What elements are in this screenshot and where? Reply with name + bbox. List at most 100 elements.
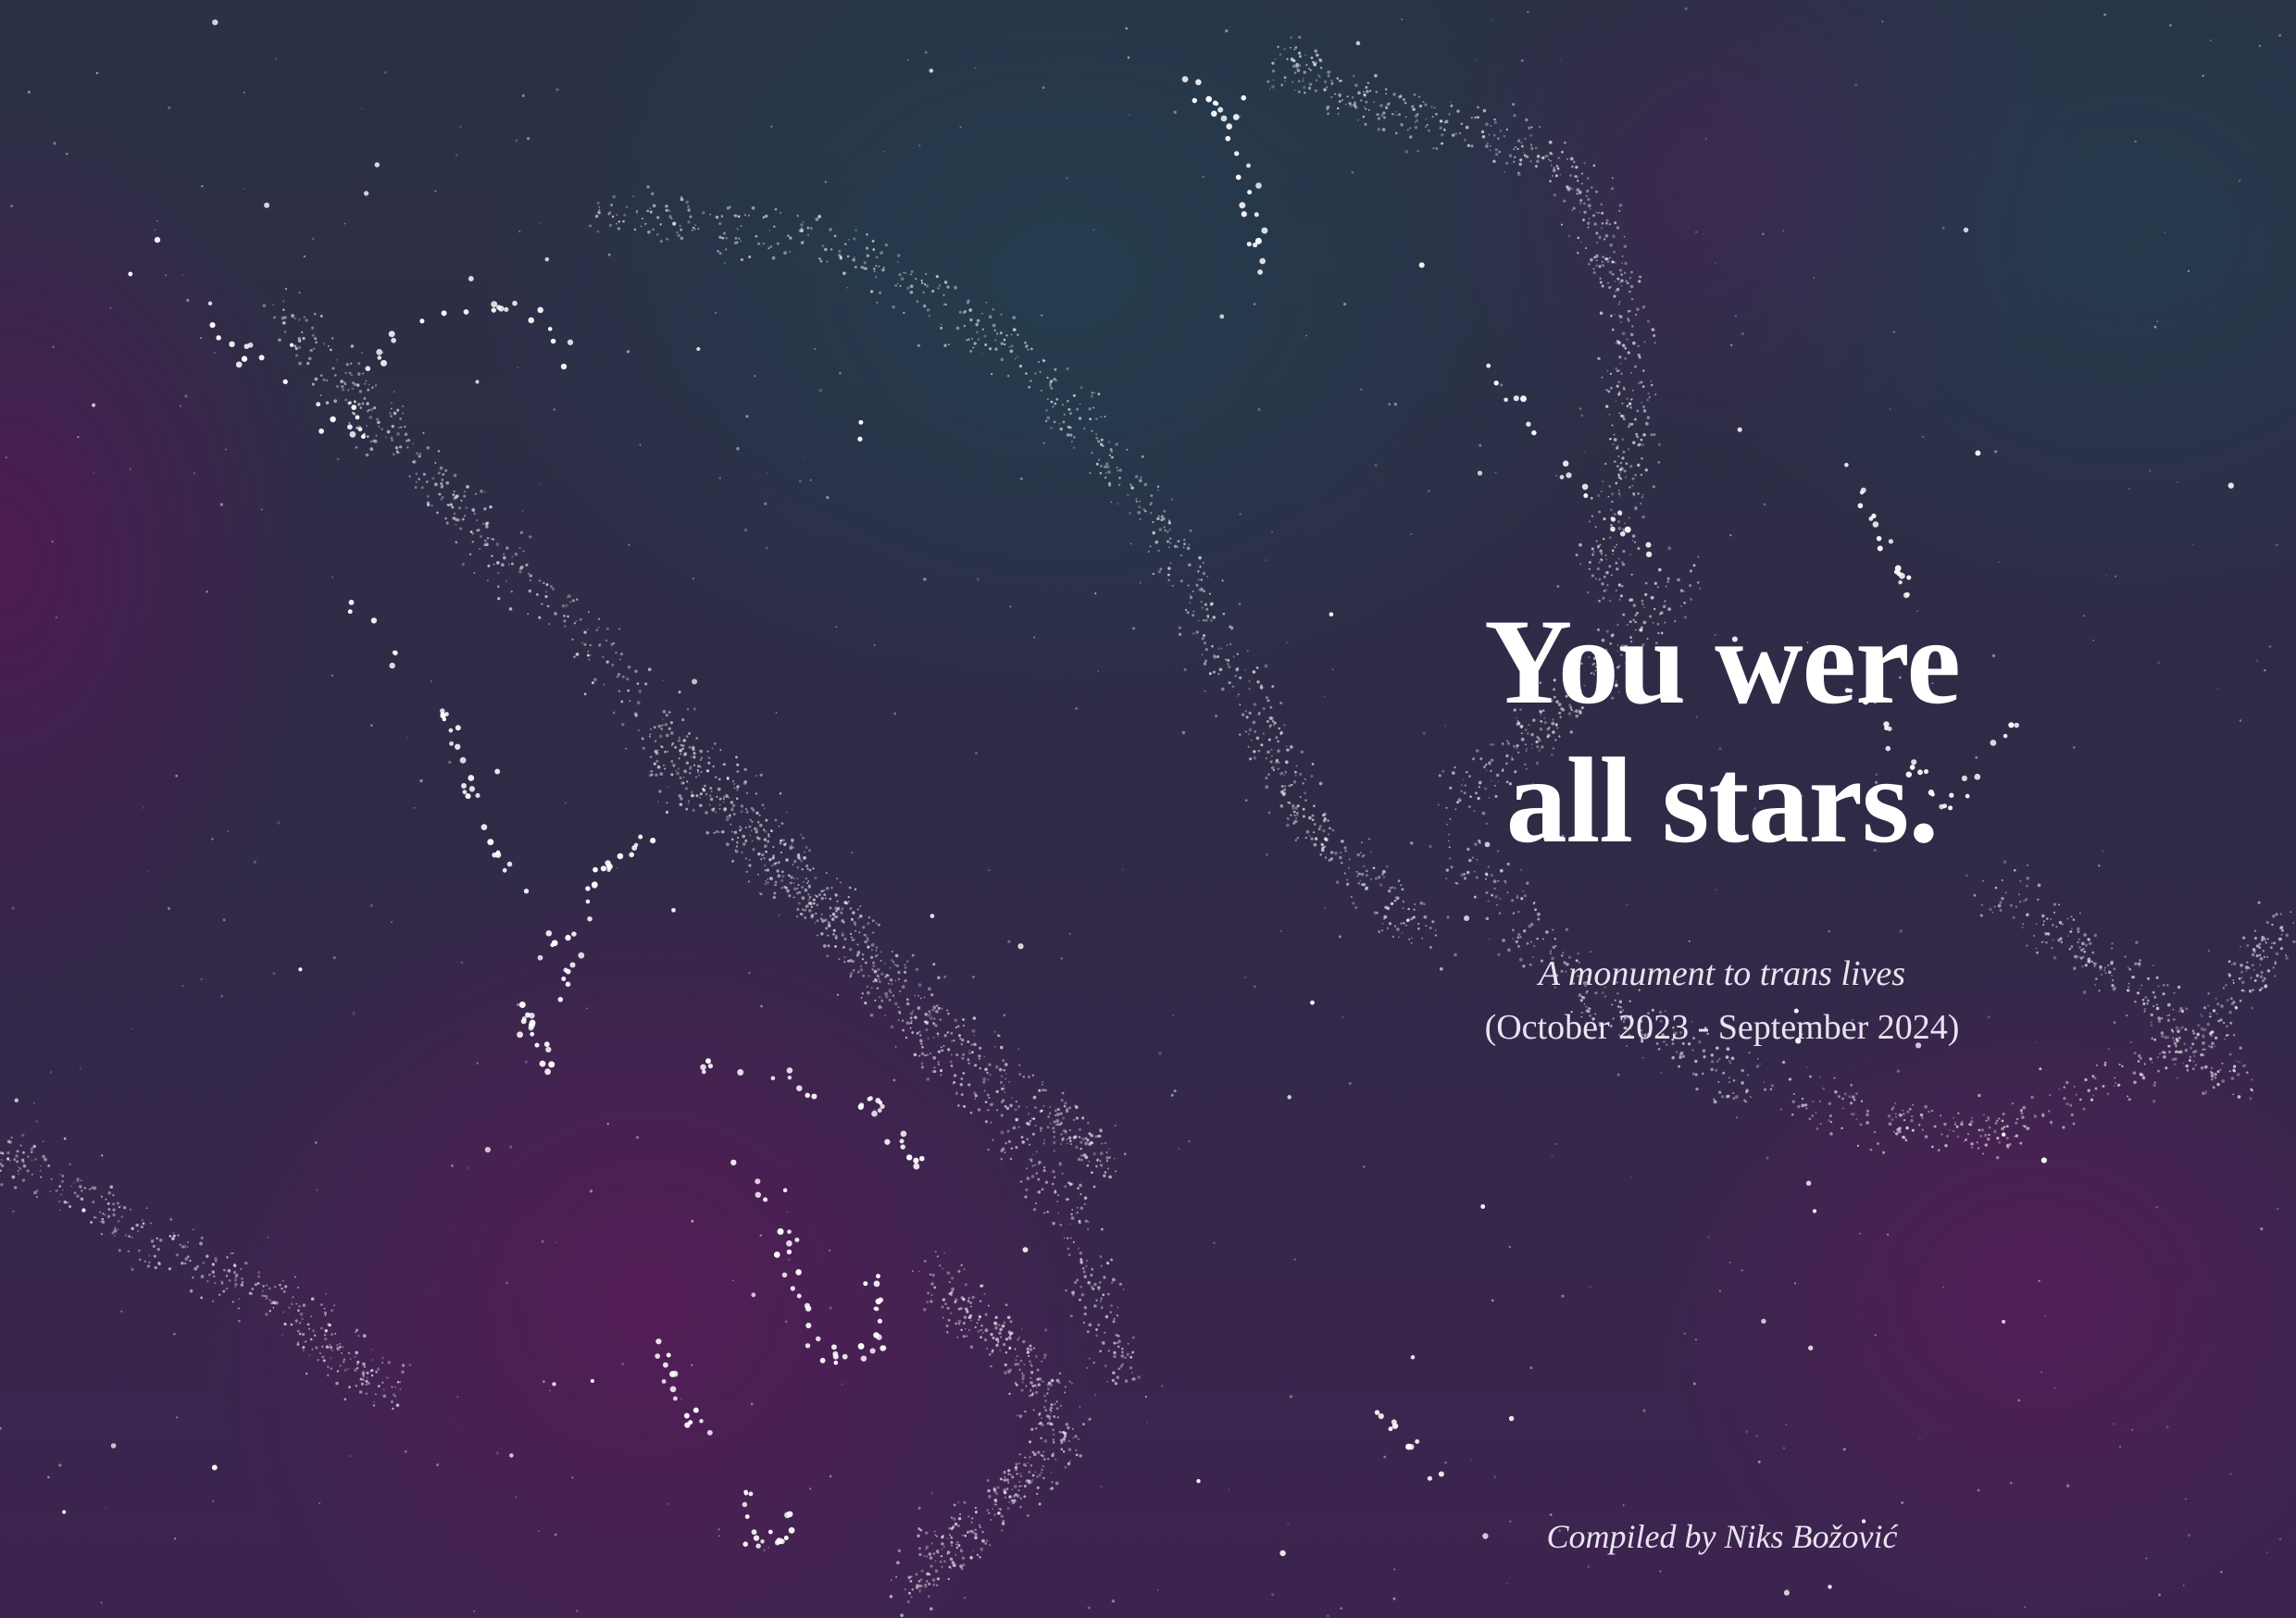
dust-star: [350, 344, 355, 348]
dust-star: [807, 909, 812, 913]
dust-star: [2093, 933, 2097, 938]
dust-star: [1666, 580, 1669, 583]
dust-star: [1487, 900, 1490, 902]
dust-star: [1632, 441, 1636, 444]
dust-star: [343, 1398, 347, 1400]
dust-star: [2263, 977, 2266, 980]
dust-star: [1253, 703, 1257, 706]
dust-star: [1620, 372, 1623, 376]
dust-star: [647, 230, 651, 234]
dust-star: [1434, 934, 1438, 937]
dust-star: [437, 471, 441, 475]
dust-star: [1047, 1388, 1050, 1391]
dust-star: [1579, 999, 1583, 1002]
dust-star: [877, 987, 880, 989]
dust-star: [1781, 1060, 1786, 1064]
dust-star: [857, 917, 860, 919]
dust-star: [821, 244, 825, 248]
dust-star: [1028, 1076, 1030, 1078]
dust-star: [1137, 511, 1141, 515]
dust-star: [871, 968, 874, 971]
dust-star: [2155, 1006, 2160, 1011]
dust-star: [984, 1541, 988, 1545]
dust-star: [1050, 1378, 1054, 1383]
dust-star: [1616, 340, 1619, 343]
dust-star: [2226, 999, 2229, 1002]
dust-star: [1987, 1115, 1990, 1119]
dust-star: [1004, 1363, 1007, 1366]
dust-star: [633, 228, 636, 230]
dust-star: [1063, 1104, 1067, 1108]
dust-star: [1755, 1064, 1760, 1068]
dust-star: [595, 629, 599, 632]
dust-star: [527, 613, 530, 616]
dust-star: [281, 1287, 283, 1290]
dust-star: [318, 1351, 322, 1355]
dust-star: [1038, 1474, 1042, 1477]
dust-star: [1407, 129, 1409, 131]
dust-star: [1138, 500, 1142, 503]
dust-star: [437, 450, 441, 453]
dust-star: [894, 1045, 897, 1048]
dust-star: [2048, 1110, 2051, 1113]
dust-star: [841, 933, 844, 937]
dust-star: [273, 1285, 277, 1288]
dust-star: [871, 240, 875, 243]
dust-star: [366, 1376, 368, 1379]
dust-star: [2118, 1063, 2121, 1066]
dust-star: [1176, 545, 1179, 548]
dust-star: [920, 1569, 924, 1573]
dust-star: [1202, 561, 1204, 565]
dust-star: [145, 1207, 148, 1210]
dust-star: [2265, 940, 2266, 942]
faint-star: [2255, 659, 2259, 662]
dust-star: [1259, 686, 1264, 690]
dust-star: [1636, 435, 1640, 439]
dust-star: [1556, 167, 1560, 170]
dust-star: [749, 818, 752, 821]
dust-star: [1087, 1220, 1090, 1223]
dust-star: [1801, 1103, 1805, 1108]
dust-star: [1030, 347, 1033, 351]
dust-star: [1502, 939, 1505, 942]
dust-star: [325, 1345, 330, 1349]
dust-star: [89, 1188, 91, 1190]
dust-star: [363, 396, 367, 401]
dust-star: [1818, 1076, 1821, 1078]
dust-star: [2232, 978, 2235, 982]
dust-star: [732, 803, 736, 807]
dust-star: [940, 1074, 942, 1077]
dust-star: [1763, 1088, 1767, 1091]
dust-star: [1029, 380, 1032, 382]
dust-star: [365, 380, 368, 382]
dust-star: [1061, 1172, 1064, 1175]
dust-star: [372, 1400, 375, 1403]
dust-star: [2182, 1062, 2184, 1064]
dust-star: [2138, 965, 2140, 968]
dust-star: [120, 1204, 122, 1207]
dust-star: [773, 891, 777, 895]
dust-star: [1273, 721, 1277, 725]
dust-star: [1628, 422, 1632, 427]
dust-star: [370, 1348, 373, 1350]
dust-star: [986, 1479, 990, 1482]
dust-star: [1230, 628, 1233, 630]
dust-star: [1024, 1195, 1028, 1199]
dust-star: [880, 972, 884, 976]
dust-star: [1204, 690, 1206, 692]
dust-star: [1587, 226, 1590, 229]
faint-star: [95, 71, 99, 75]
dust-star: [1257, 749, 1261, 753]
dust-star: [2184, 1028, 2188, 1031]
dust-star: [774, 818, 778, 822]
dust-star: [1572, 160, 1576, 164]
dust-star: [946, 1330, 949, 1334]
dust-star: [1490, 125, 1492, 127]
dust-star: [876, 255, 879, 259]
dust-star: [783, 251, 787, 255]
dust-star: [1608, 223, 1611, 226]
dust-star: [1011, 1475, 1015, 1479]
dust-star: [394, 1395, 397, 1398]
dust-star: [1029, 1360, 1031, 1363]
dust-star: [1035, 1172, 1038, 1175]
